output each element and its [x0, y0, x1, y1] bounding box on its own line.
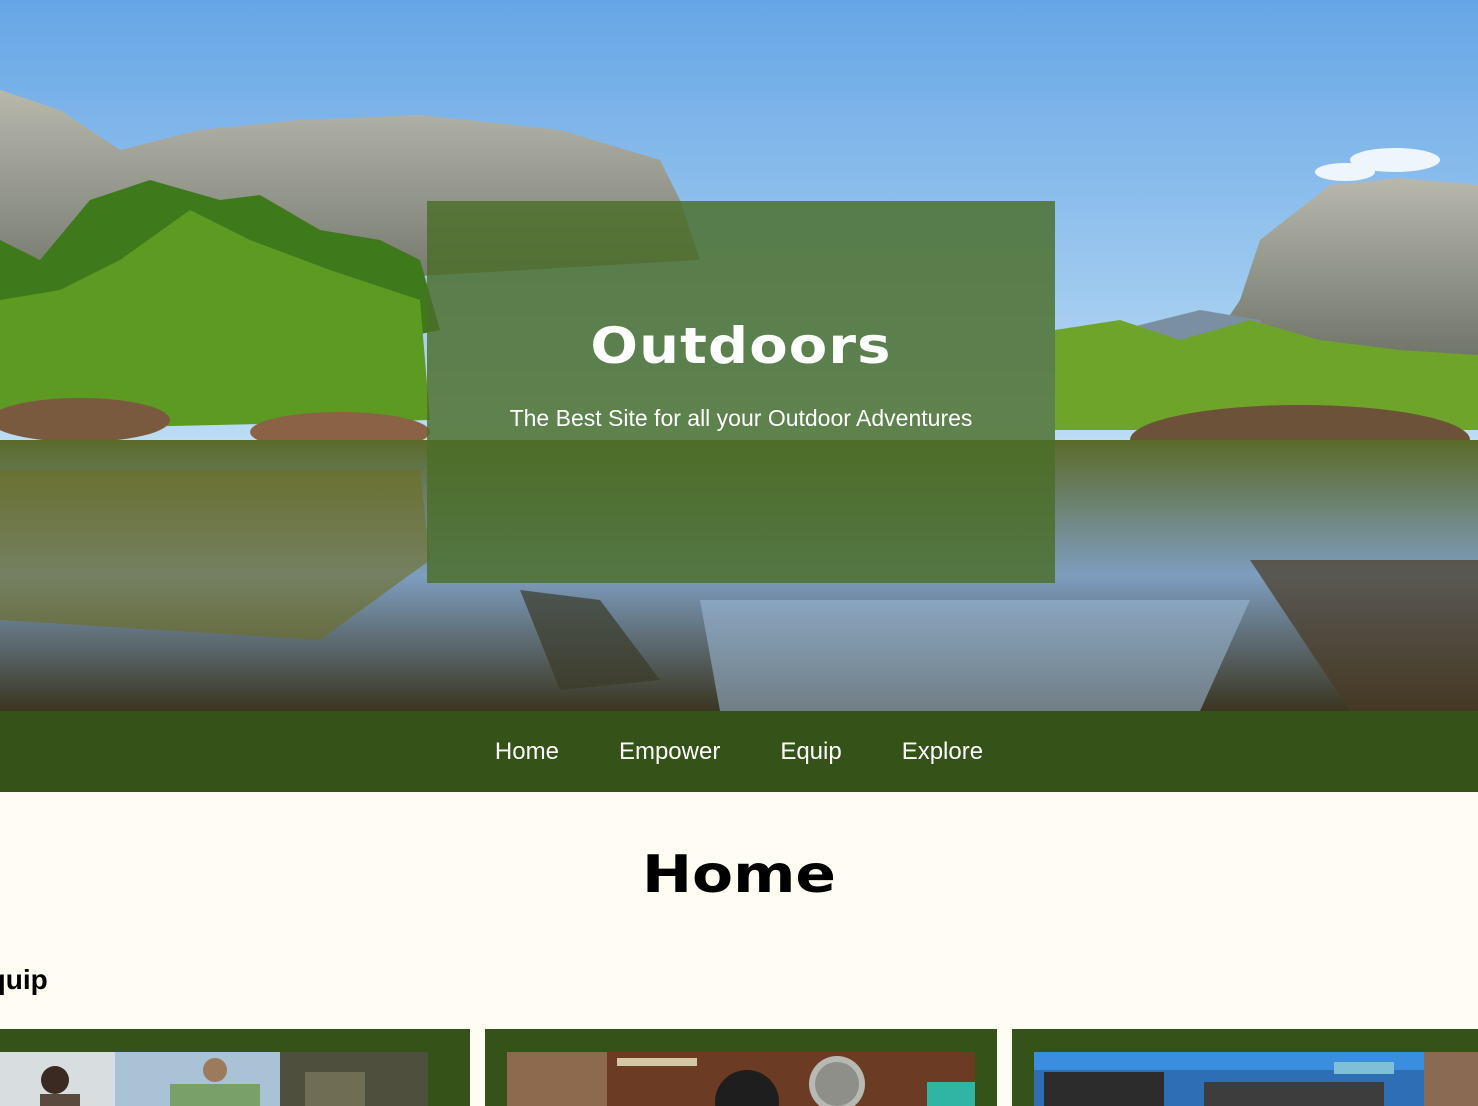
camp-cookware-photo[interactable] — [507, 1052, 975, 1106]
card-gear[interactable] — [1012, 1029, 1478, 1106]
nav-list: Home Empower Equip Explore — [0, 711, 1478, 792]
nav-item-explore[interactable]: Explore — [902, 738, 983, 766]
page: Outdoors The Best Site for all your Outd… — [0, 0, 1478, 1106]
hero-overlay-box: Outdoors The Best Site for all your Outd… — [427, 201, 1055, 583]
hero-banner: Outdoors The Best Site for all your Outd… — [0, 0, 1478, 711]
nav-item-home[interactable]: Home — [495, 738, 559, 766]
camping-gear-photo[interactable] — [1034, 1052, 1478, 1106]
hero-title: Outdoors — [590, 317, 892, 375]
page-title: Home — [641, 845, 836, 905]
card-cookware[interactable] — [485, 1029, 997, 1106]
main-navigation: Home Empower Equip Explore — [0, 711, 1478, 792]
nav-item-empower[interactable]: Empower — [619, 738, 720, 766]
nav-item-equip[interactable]: Equip — [780, 738, 841, 766]
section-heading-equip: Equip — [0, 964, 48, 995]
hero-subtitle: The Best Site for all your Outdoor Adven… — [509, 405, 973, 431]
hikers-cooking-photo[interactable] — [0, 1052, 428, 1106]
card-hikers[interactable] — [0, 1029, 470, 1106]
